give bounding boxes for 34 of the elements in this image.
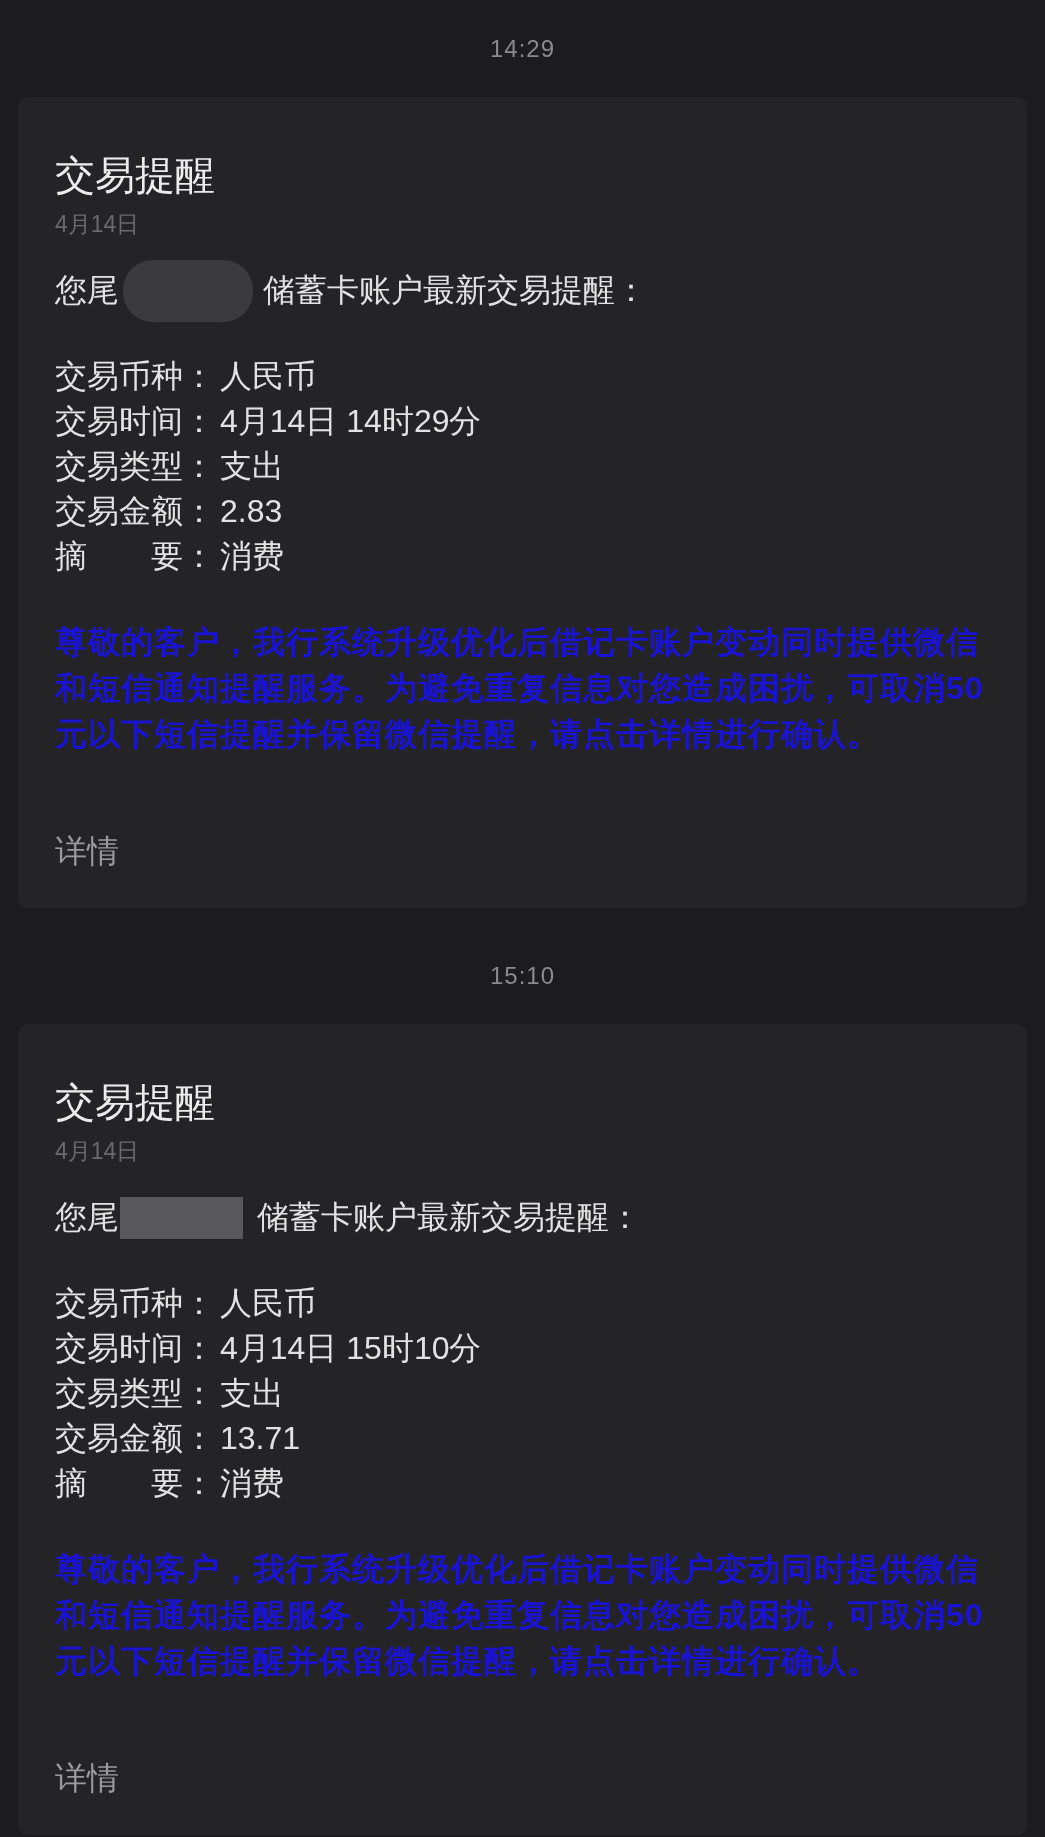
details-link[interactable]: 详情 <box>55 1756 119 1801</box>
detail-value: 支出 <box>220 447 284 486</box>
notice-text: 尊敬的客户，我行系统升级优化后借记卡账户变动同时提供微信和短信通知提醒服务。为避免重复信息对您造成困扰，可取消50元以下短信提醒并保留微信提醒，请点击详情进行确认。 <box>55 1550 985 1681</box>
detail-label: 交易币种： <box>55 357 215 396</box>
detail-label: 交易时间： <box>55 402 215 441</box>
detail-label: 交易类型： <box>55 1374 215 1413</box>
message-text: 您尾 <box>55 271 119 310</box>
detail-value: 人民币 <box>220 1284 316 1323</box>
message-date: 4月14日 <box>55 1137 140 1166</box>
detail-label: 交易币种： <box>55 1284 215 1323</box>
detail-label: 交易时间： <box>55 1329 215 1368</box>
message-date: 4月14日 <box>55 210 140 239</box>
message-text: 储蓄卡账户最新交易提醒： <box>257 1198 641 1237</box>
message-time: 15:10 <box>489 961 556 991</box>
detail-value: 13.71 <box>220 1419 301 1458</box>
detail-label: 摘 要： <box>55 537 215 576</box>
detail-value: 消费 <box>220 537 284 576</box>
detail-value: 人民币 <box>220 357 316 396</box>
notice-text: 尊敬的客户，我行系统升级优化后借记卡账户变动同时提供微信和短信通知提醒服务。为避免重复信息对您造成困扰，可取消50元以下短信提醒并保留微信提醒，请点击详情进行确认。 <box>55 623 985 754</box>
detail-label: 交易金额： <box>55 492 215 531</box>
message-title: 交易提醒 <box>55 152 215 199</box>
message-title: 交易提醒 <box>55 1079 215 1126</box>
message-time: 14:29 <box>489 34 556 64</box>
detail-value: 4月14日 14时29分 <box>220 402 482 441</box>
message-text: 您尾 <box>55 1198 119 1237</box>
detail-label: 交易类型： <box>55 447 215 486</box>
detail-value: 4月14日 15时10分 <box>220 1329 482 1368</box>
detail-label: 摘 要： <box>55 1464 215 1503</box>
detail-label: 交易金额： <box>55 1419 215 1458</box>
message-text: 储蓄卡账户最新交易提醒： <box>263 271 647 310</box>
details-link[interactable]: 详情 <box>55 829 119 874</box>
detail-value: 支出 <box>220 1374 284 1413</box>
detail-value: 2.83 <box>220 492 283 531</box>
detail-value: 消费 <box>220 1464 284 1503</box>
